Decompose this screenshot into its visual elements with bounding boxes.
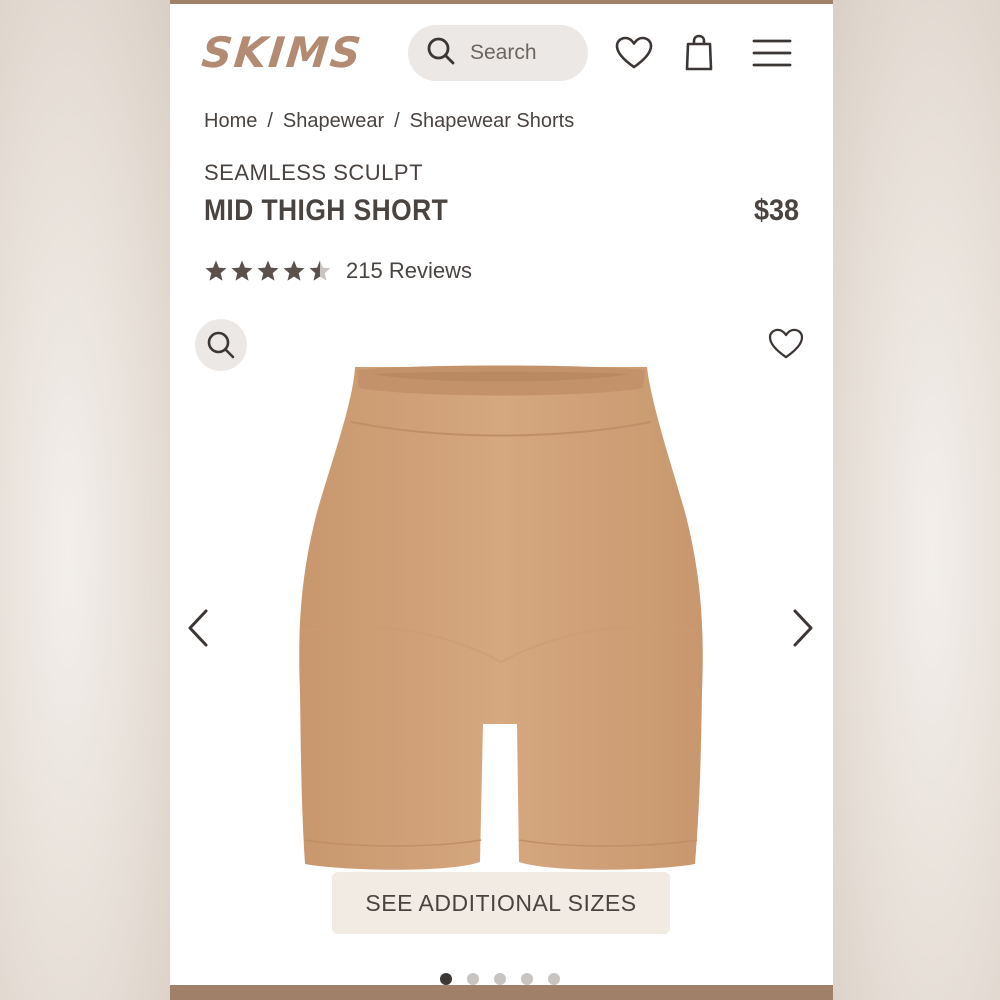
product-image[interactable] [295, 362, 707, 882]
carousel-dot-1[interactable] [440, 973, 452, 985]
product-collection: SEAMLESS SCULPT [204, 160, 424, 185]
breadcrumb-separator: / [394, 110, 400, 132]
breadcrumb-shapewear[interactable]: Shapewear [283, 110, 384, 133]
carousel-dot-2[interactable] [467, 973, 479, 985]
product-title: MID THIGH SHORT [204, 194, 449, 227]
carousel-dot-5[interactable] [548, 973, 560, 985]
see-additional-sizes-button[interactable]: SEE ADDITIONAL SIZES [332, 872, 670, 934]
search-bar[interactable] [408, 25, 588, 81]
carousel-dot-3[interactable] [494, 973, 506, 985]
brand-logo[interactable]: SKIMS [199, 28, 365, 77]
half-star-icon [309, 260, 331, 281]
reviews-link[interactable]: 215 Reviews [346, 258, 472, 284]
product-rating[interactable]: 215 Reviews [204, 258, 472, 284]
search-icon [426, 36, 456, 71]
top-border [170, 0, 833, 4]
product-price: $38 [753, 194, 799, 227]
background-left [0, 0, 170, 1000]
breadcrumb-separator: / [267, 110, 273, 132]
chevron-left-icon[interactable] [185, 608, 211, 653]
breadcrumb-shapewear-shorts[interactable]: Shapewear Shorts [410, 110, 575, 133]
star-rating [204, 259, 332, 283]
star-icon [283, 260, 305, 281]
search-input[interactable] [470, 41, 570, 65]
menu-icon[interactable] [752, 38, 792, 68]
bottom-border [170, 985, 833, 1000]
breadcrumb-home[interactable]: Home [204, 110, 257, 133]
wishlist-icon[interactable] [615, 36, 653, 70]
favorite-heart-icon[interactable] [768, 328, 804, 365]
shopping-bag-icon[interactable] [684, 34, 714, 72]
carousel-pagination [440, 973, 560, 985]
carousel-dot-4[interactable] [521, 973, 533, 985]
background-right [832, 0, 1000, 1000]
star-icon [257, 260, 279, 281]
breadcrumb: Home / Shapewear / Shapewear Shorts [204, 110, 574, 133]
star-icon [205, 260, 227, 281]
zoom-button[interactable] [195, 319, 247, 371]
star-icon [231, 260, 253, 281]
chevron-right-icon[interactable] [790, 608, 816, 653]
phone-screen: SKIMS Home / Shapewear / Shapew [170, 0, 833, 1000]
zoom-icon [207, 331, 235, 359]
